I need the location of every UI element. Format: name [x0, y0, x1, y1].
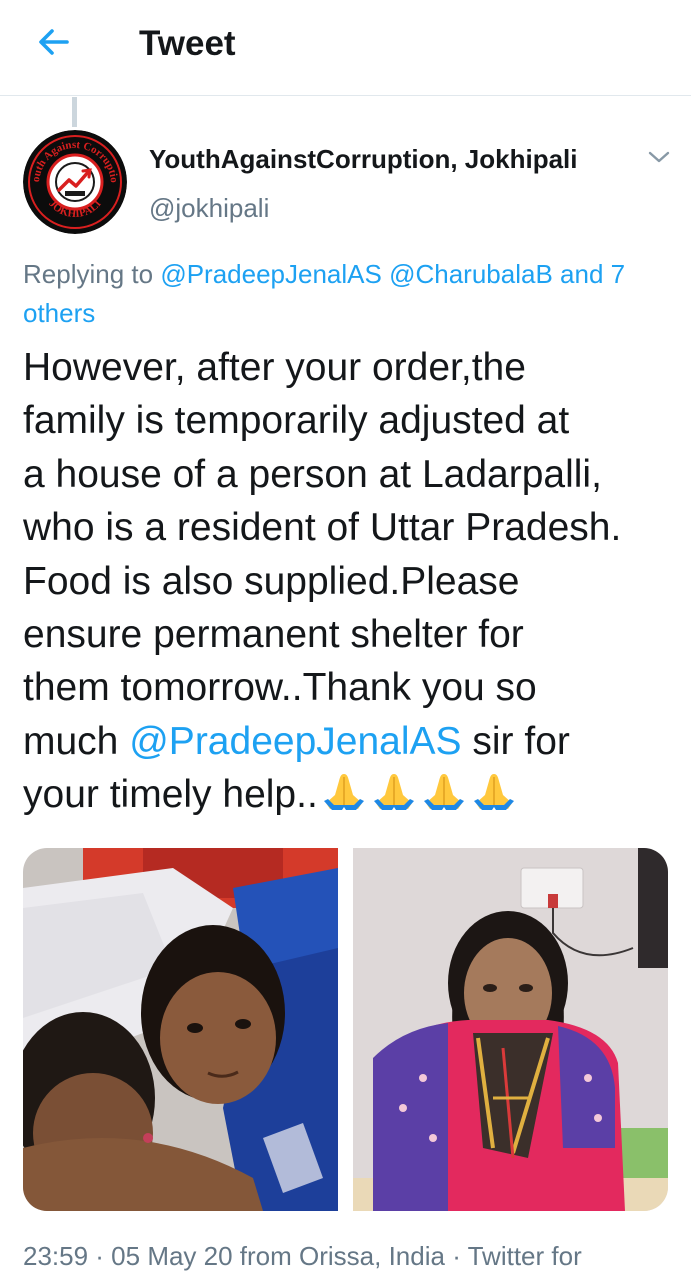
- tweet-line: Food is also supplied.Please: [23, 559, 520, 603]
- chevron-down-icon: [648, 150, 670, 169]
- folded-hands-icon: [373, 774, 414, 811]
- avatar[interactable]: Youth Against Corruption JOKHIPALI: [23, 130, 127, 234]
- folded-hands-icon: [323, 774, 364, 811]
- folded-hands-emoji-group: [320, 771, 520, 811]
- tweet-line: a house of a person at Ladarpalli,: [23, 452, 602, 496]
- top-app-bar: Tweet: [0, 0, 691, 96]
- folded-hands-icon: [473, 774, 514, 811]
- tweet-line: ensure permanent shelter for: [23, 613, 524, 657]
- tweet-photo-woman[interactable]: [353, 848, 668, 1211]
- replying-to: Replying to @PradeepJenalAS @CharubalaB …: [23, 255, 678, 333]
- thread-connector-line: [72, 97, 77, 127]
- mention-link[interactable]: @PradeepJenalAS: [160, 259, 382, 289]
- mention-link[interactable]: @CharubalaB: [389, 259, 553, 289]
- author-display-name[interactable]: YouthAgainstCorruption, Jokhipali: [149, 142, 578, 176]
- tweet-text: However, after your order,the family is …: [23, 341, 683, 822]
- tweet-line: them tomorrow..Thank you so: [23, 666, 537, 710]
- tweet-menu-button[interactable]: [644, 144, 674, 174]
- tweet-media-grid: [23, 848, 668, 1211]
- tweet-line: much @PradeepJenalAS sir for: [23, 715, 683, 768]
- tweet-text-segment: your timely help..: [23, 773, 318, 817]
- tweet-timestamp-source[interactable]: 23:59 · 05 May 20 from Orissa, India · T…: [23, 1239, 582, 1273]
- arrow-left-icon: [37, 25, 71, 64]
- tweet-text-segment: much: [23, 719, 119, 763]
- tweet-line: family is temporarily adjusted at: [23, 399, 570, 443]
- tweet-line: your timely help..: [23, 768, 683, 821]
- organization-logo: Youth Against Corruption JOKHIPALI: [23, 130, 127, 234]
- folded-hands-icon: [423, 774, 464, 811]
- tweet-text-segment: sir for: [472, 719, 570, 763]
- replying-prefix: Replying to: [23, 259, 154, 289]
- tweet-line: However, after your order,the: [23, 346, 526, 389]
- tweet-photo-boys[interactable]: [23, 848, 338, 1211]
- tweet-line: who is a resident of Uttar Pradesh.: [23, 506, 622, 550]
- tweet-detail-screen: Tweet Youth Against Corruption JOKHIPALI: [0, 0, 691, 1280]
- mention-link[interactable]: @PradeepJenalAS: [129, 720, 461, 763]
- back-button[interactable]: [30, 20, 78, 68]
- page-title: Tweet: [139, 24, 236, 63]
- author-handle[interactable]: @jokhipali: [149, 191, 269, 225]
